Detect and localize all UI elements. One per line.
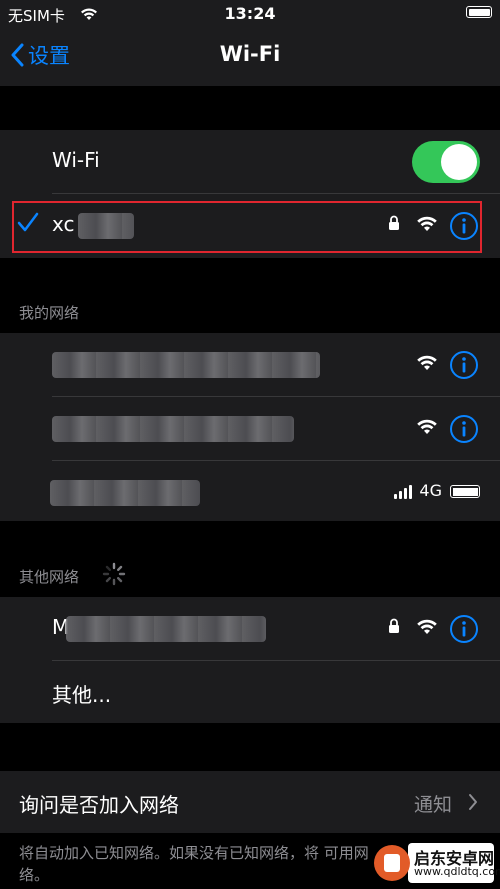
cellular-signal-icon (394, 485, 412, 499)
highlight-box (12, 201, 482, 253)
wifi-signal-icon (416, 354, 438, 375)
other-network-row[interactable]: 其他... (0, 661, 500, 723)
watermark-url: www.qdldtq.com (414, 865, 500, 878)
wifi-signal-icon (416, 418, 438, 439)
redacted-network-name (50, 480, 200, 506)
redacted-network-name (52, 416, 294, 442)
network-row[interactable] (0, 333, 500, 397)
battery-icon (466, 6, 492, 18)
ask-to-join-label: 询问是否加入网络 (19, 793, 179, 817)
other-network-label: 其他... (52, 683, 112, 707)
clock: 13:24 (224, 4, 276, 23)
wifi-label: Wi-Fi (52, 148, 100, 172)
battery-icon (450, 485, 480, 498)
other-networks-group: M 其他... (0, 597, 500, 723)
my-networks-group: 4G (0, 333, 500, 521)
lock-icon (388, 618, 400, 638)
navigation-bar: 设置 Wi-Fi (0, 28, 500, 86)
info-icon[interactable] (449, 414, 479, 444)
wifi-signal-icon (416, 618, 438, 639)
loading-spinner-icon (102, 562, 126, 590)
redacted-network-name (52, 352, 320, 378)
chevron-right-icon (468, 793, 478, 815)
network-row[interactable] (0, 397, 500, 461)
toggle-knob (441, 144, 477, 180)
footnote-text: 将自动加入已知网络。如果没有已知网络，将 可用网络。 (19, 844, 369, 884)
wifi-toggle[interactable] (412, 141, 480, 183)
status-bar: 无SIM卡 13:24 (0, 0, 500, 28)
network-type-label: 4G (419, 481, 442, 500)
wifi-toggle-row: Wi-Fi (0, 130, 500, 194)
info-icon[interactable] (449, 614, 479, 644)
ask-to-join-value: 通知 (413, 794, 452, 816)
other-networks-header: 其他网络 (19, 568, 80, 586)
watermark-logo: 启东安卓网 www.qdldtq.com (374, 843, 500, 883)
ask-to-join-row[interactable]: 询问是否加入网络 通知 (0, 771, 500, 833)
info-icon[interactable] (449, 350, 479, 380)
page-title: Wi-Fi (219, 42, 281, 66)
hotspot-row[interactable]: 4G (0, 461, 500, 521)
network-row[interactable]: M (0, 597, 500, 661)
watermark-icon (374, 845, 410, 881)
redacted-network-name (66, 616, 266, 642)
my-networks-header: 我的网络 (19, 304, 80, 322)
